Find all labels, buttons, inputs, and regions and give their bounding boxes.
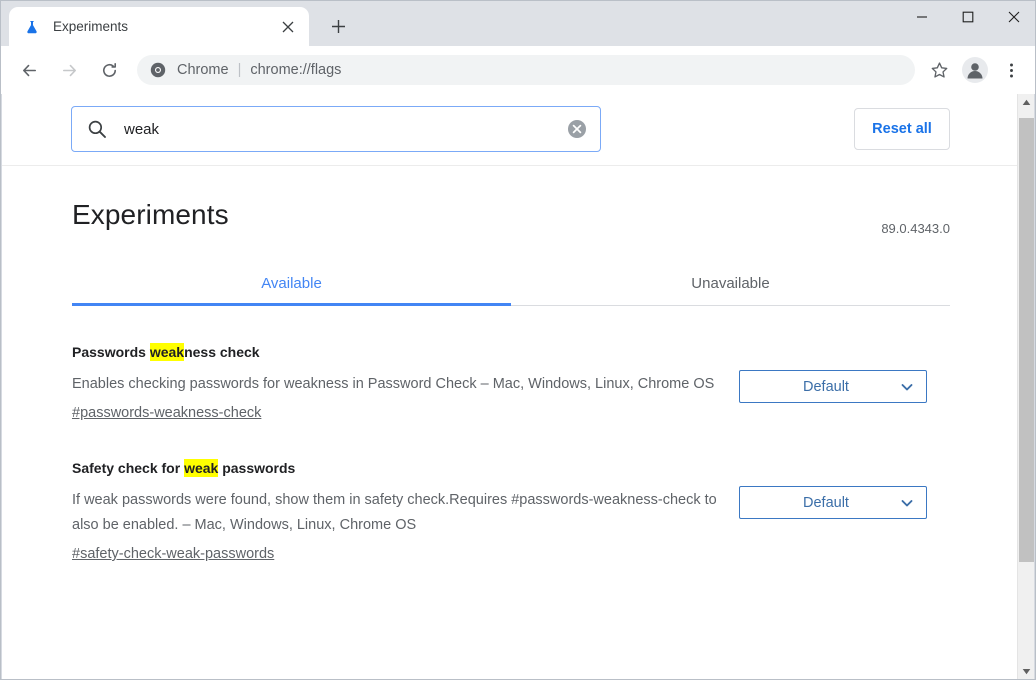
chrome-logo-icon (149, 62, 166, 79)
flag-title-post: ness check (184, 344, 260, 360)
tab-unavailable-label: Unavailable (691, 275, 769, 292)
search-box[interactable] (71, 106, 601, 152)
clear-search-icon[interactable] (566, 118, 588, 140)
plus-icon (331, 19, 346, 34)
flag-text-block: Safety check for weak passwords If weak … (72, 458, 737, 563)
page-scrollbar[interactable] (1017, 94, 1034, 680)
search-input[interactable] (124, 121, 566, 138)
maximize-button[interactable] (945, 1, 991, 33)
close-icon (1008, 11, 1020, 23)
flag-control: Default (737, 458, 927, 563)
chrome-version: 89.0.4343.0 (881, 221, 950, 238)
caret-down-icon (1022, 668, 1031, 675)
browser-window: Experiments (0, 0, 1036, 680)
profile-button[interactable] (959, 54, 991, 86)
flag-state-select[interactable]: Default (739, 486, 927, 519)
flag-title: Safety check for weak passwords (72, 458, 737, 478)
close-window-button[interactable] (991, 1, 1036, 33)
browser-tab[interactable]: Experiments (9, 7, 309, 46)
minimize-icon (916, 11, 928, 23)
flask-icon (23, 18, 41, 36)
bookmark-button[interactable] (923, 54, 955, 86)
forward-button[interactable] (52, 53, 86, 87)
reset-all-button[interactable]: Reset all (854, 108, 950, 150)
flag-permalink[interactable]: #safety-check-weak-passwords (72, 546, 274, 562)
window-controls (899, 1, 1036, 33)
caret-up-icon (1022, 99, 1031, 106)
tab-available[interactable]: Available (72, 262, 511, 305)
flag-title-highlight: weak (184, 459, 218, 477)
flag-state-value: Default (752, 495, 900, 511)
flag-title-highlight: weak (150, 343, 184, 361)
flag-item: Safety check for weak passwords If weak … (72, 458, 950, 563)
browser-menu-button[interactable] (995, 54, 1027, 86)
page-title: Experiments (72, 199, 229, 231)
maximize-icon (962, 11, 974, 23)
close-icon[interactable] (277, 16, 299, 38)
scrollbar-thumb[interactable] (1019, 118, 1034, 562)
reload-icon (100, 61, 119, 80)
tab-available-label: Available (261, 275, 322, 292)
new-tab-button[interactable] (323, 11, 353, 41)
flag-text-block: Passwords weakness check Enables checkin… (72, 342, 737, 422)
arrow-right-icon (60, 61, 79, 80)
flags-search-row: Reset all (2, 94, 1020, 166)
flag-item: Passwords weakness check Enables checkin… (72, 342, 950, 422)
star-icon (930, 61, 949, 80)
minimize-button[interactable] (899, 1, 945, 33)
flag-title-post: passwords (218, 460, 295, 476)
reload-button[interactable] (92, 53, 126, 87)
address-bar[interactable]: Chrome | chrome://flags (137, 55, 915, 85)
arrow-left-icon (20, 61, 39, 80)
flag-control: Default (737, 342, 927, 422)
back-button[interactable] (12, 53, 46, 87)
omnibox-scheme-label: Chrome (177, 62, 229, 78)
omnibox-separator: | (238, 62, 242, 78)
three-dots-icon (1003, 62, 1020, 79)
flag-permalink[interactable]: #passwords-weakness-check (72, 405, 261, 421)
scroll-down-button[interactable] (1018, 663, 1035, 680)
chevron-down-icon (900, 496, 914, 510)
chevron-down-icon (900, 380, 914, 394)
flag-title-pre: Safety check for (72, 460, 184, 476)
tab-title: Experiments (53, 19, 277, 34)
browser-toolbar: Chrome | chrome://flags (1, 46, 1036, 94)
flag-state-select[interactable]: Default (739, 370, 927, 403)
tab-unavailable[interactable]: Unavailable (511, 262, 950, 305)
avatar-icon (962, 57, 988, 83)
flag-state-value: Default (752, 379, 900, 395)
flag-description: If weak passwords were found, show them … (72, 488, 734, 538)
tab-strip: Experiments (1, 1, 1036, 46)
flag-title: Passwords weakness check (72, 342, 737, 362)
flags-tablist: Available Unavailable (72, 262, 950, 306)
search-input-wrap (124, 121, 566, 138)
page-header: Experiments 89.0.4343.0 (72, 192, 950, 238)
flags-content: Experiments 89.0.4343.0 Available Unavai… (2, 192, 1020, 563)
omnibox-url: chrome://flags (250, 62, 341, 78)
flag-description: Enables checking passwords for weakness … (72, 372, 734, 397)
page-viewport: Reset all Experiments 89.0.4343.0 Availa… (2, 94, 1020, 680)
search-icon (86, 118, 108, 140)
flag-title-pre: Passwords (72, 344, 150, 360)
scroll-up-button[interactable] (1018, 94, 1035, 111)
